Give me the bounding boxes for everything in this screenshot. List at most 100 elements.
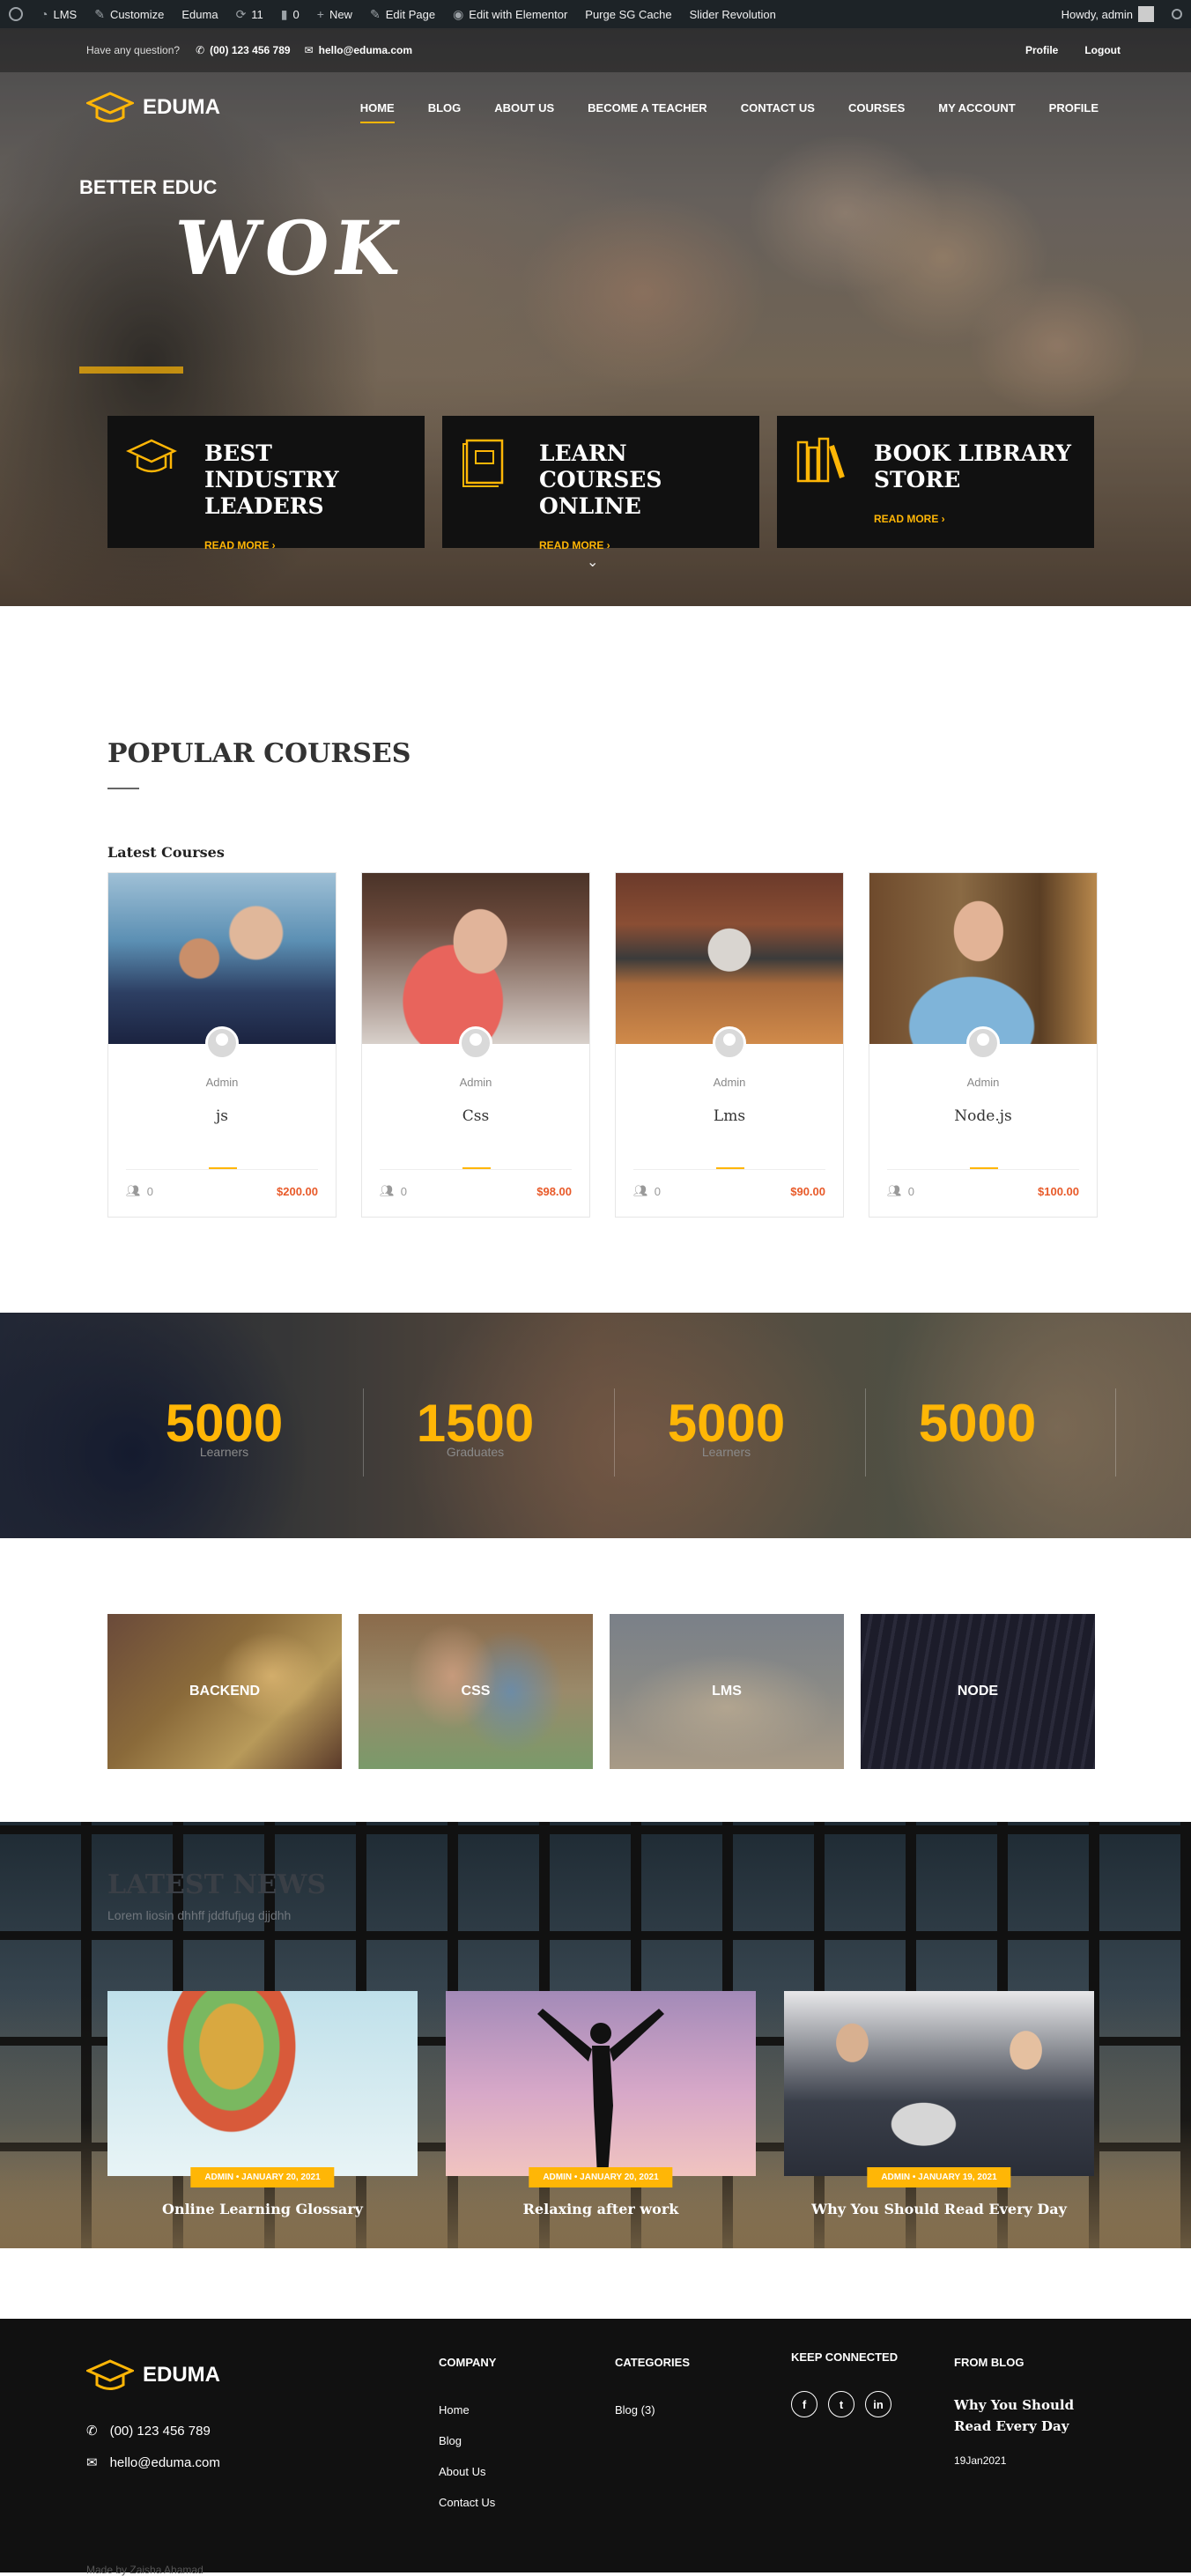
- post-title[interactable]: Why You Should Read Every Day: [784, 2201, 1094, 2217]
- footer-heading-categories: CATEGORIES: [615, 2356, 690, 2369]
- comments-link[interactable]: ▮ 0: [272, 0, 308, 28]
- menu-item-courses[interactable]: COURSES: [832, 72, 921, 143]
- post-image[interactable]: [784, 1991, 1094, 2176]
- email-link[interactable]: ✉ hello@eduma.com: [305, 44, 412, 56]
- mail-icon: ✉: [304, 44, 314, 56]
- person-silhouette: [537, 2009, 664, 2176]
- footer-link-blog-category[interactable]: Blog (3): [615, 2403, 655, 2417]
- category-label: NODE: [957, 1684, 999, 1699]
- admin-bar: ◔ LMS ✎ Customize Eduma ⟳ 11 ▮ 0 + New ✎ Edit …: [0, 0, 1191, 28]
- news-post[interactable]: ADMIN • JANUARY 20, 2021 Online Learning…: [107, 1991, 418, 2229]
- footer-link-about-us[interactable]: About Us: [439, 2465, 485, 2478]
- read-more-link[interactable]: READ MORE ›: [539, 532, 742, 559]
- feature-title: LEARN COURSES ONLINE: [539, 440, 662, 519]
- read-more-link[interactable]: READ MORE ›: [874, 506, 1076, 532]
- chevron-down-icon[interactable]: ⌄: [587, 553, 598, 571]
- course-image[interactable]: [108, 873, 336, 1044]
- purge-cache-link[interactable]: Purge SG Cache: [576, 0, 680, 28]
- course-title[interactable]: Lms: [616, 1107, 843, 1125]
- linkedin-icon[interactable]: in: [865, 2391, 891, 2417]
- course-card[interactable]: Admin Node.js 👥︎ 0 $100.00: [869, 872, 1098, 1218]
- customize-link[interactable]: ✎ Customize: [85, 0, 173, 28]
- course-title[interactable]: Node.js: [869, 1107, 1097, 1125]
- phone-text: (00) 123 456 789: [109, 2423, 211, 2439]
- students-count: 0: [907, 1184, 914, 1198]
- news-post[interactable]: ADMIN • JANUARY 19, 2021 Why You Should …: [784, 1991, 1094, 2229]
- stat-number: 5000: [667, 1394, 786, 1453]
- site-logo[interactable]: EDUMA: [86, 90, 220, 125]
- course-image[interactable]: [362, 873, 589, 1044]
- email-text: hello@eduma.com: [109, 2454, 220, 2470]
- theme-link[interactable]: Eduma: [173, 0, 226, 28]
- new-link[interactable]: + New: [308, 0, 361, 28]
- main-navigation: EDUMA HOME BLOG ABOUT US BECOME A TEACHE…: [0, 72, 1191, 143]
- footer-email[interactable]: ✉ hello@eduma.com: [86, 2454, 220, 2471]
- twitter-icon[interactable]: t: [828, 2391, 854, 2417]
- footer-phone[interactable]: ✆ (00) 123 456 789: [86, 2423, 211, 2439]
- news-post[interactable]: ADMIN • JANUARY 20, 2021 Relaxing after …: [446, 1991, 756, 2229]
- facebook-icon[interactable]: f: [791, 2391, 817, 2417]
- students-icon: 👥︎: [380, 1184, 395, 1197]
- slider-revolution-link[interactable]: Slider Revolution: [681, 0, 785, 28]
- course-price: $90.00: [790, 1184, 825, 1198]
- menu-item-become-teacher[interactable]: BECOME A TEACHER: [571, 72, 724, 143]
- feature-box-courses[interactable]: LEARN COURSES ONLINE READ MORE ›: [442, 416, 759, 551]
- pencil-icon: ✎: [369, 6, 381, 21]
- course-title[interactable]: Css: [362, 1107, 589, 1125]
- students-icon: 👥︎: [126, 1184, 141, 1197]
- updates-link[interactable]: ⟳ 11: [227, 0, 272, 28]
- phone-link[interactable]: ✆ (00) 123 456 789: [196, 44, 290, 56]
- menu-item-blog[interactable]: BLOG: [411, 72, 478, 143]
- course-image[interactable]: [616, 873, 843, 1044]
- theme-label: Eduma: [181, 7, 218, 21]
- footer-heading-company: COMPANY: [439, 2356, 497, 2369]
- avatar: [1138, 6, 1154, 22]
- section-subtitle: Lorem liosin dhhff jddfufjug djjdhh: [107, 1908, 292, 1922]
- course-card[interactable]: Admin Lms 👥︎ 0 $90.00: [615, 872, 844, 1218]
- menu-item-about-us[interactable]: ABOUT US: [477, 72, 571, 143]
- read-more-link[interactable]: READ MORE ›: [204, 532, 407, 559]
- mail-icon: ✉: [86, 2455, 98, 2470]
- category-css[interactable]: CSS: [359, 1614, 593, 1769]
- post-image[interactable]: [446, 1991, 756, 2176]
- phone-icon: ✆: [196, 44, 205, 56]
- logout-link[interactable]: Logout: [1084, 44, 1121, 56]
- edit-page-label: Edit Page: [385, 7, 436, 21]
- elementor-link[interactable]: ◉ Edit with Elementor: [444, 0, 576, 28]
- feature-box-library[interactable]: BOOK LIBRARY STORE READ MORE ›: [777, 416, 1094, 548]
- graduation-cap-icon: [126, 439, 177, 473]
- course-author: Admin: [459, 1076, 492, 1089]
- footer-link-home[interactable]: Home: [439, 2403, 470, 2417]
- menu-item-my-account[interactable]: MY ACCOUNT: [921, 72, 1032, 143]
- course-card[interactable]: Admin Css 👥︎ 0 $98.00: [361, 872, 590, 1218]
- post-title[interactable]: Online Learning Glossary: [107, 2201, 418, 2217]
- course-image[interactable]: [869, 873, 1097, 1044]
- search-icon[interactable]: [1163, 0, 1191, 28]
- feature-box-leaders[interactable]: BEST INDUSTRY LEADERS READ MORE ›: [107, 416, 425, 551]
- edit-page-link[interactable]: ✎ Edit Page: [361, 0, 444, 28]
- category-backend[interactable]: BACKEND: [107, 1614, 342, 1769]
- category-node[interactable]: NODE: [861, 1614, 1095, 1769]
- course-title[interactable]: js: [108, 1107, 336, 1125]
- phone-text: (00) 123 456 789: [210, 44, 291, 56]
- howdy-label: Howdy, admin: [1061, 7, 1133, 21]
- admin-site-link[interactable]: ◔ LMS: [32, 0, 85, 28]
- menu-item-contact-us[interactable]: CONTACT US: [724, 72, 832, 143]
- footer-link-blog[interactable]: Blog: [439, 2434, 462, 2447]
- site-footer: EDUMA ✆ (00) 123 456 789 ✉ hello@eduma.com…: [0, 2319, 1191, 2576]
- howdy-account-link[interactable]: Howdy, admin: [1053, 0, 1163, 28]
- post-meta: ADMIN • JANUARY 19, 2021: [867, 2167, 1011, 2187]
- footer-blog-post-title[interactable]: Why You Should Read Every Day: [954, 2395, 1113, 2437]
- footer-logo[interactable]: EDUMA: [86, 2358, 220, 2393]
- customize-label: Customize: [109, 7, 165, 21]
- menu-item-home[interactable]: HOME: [344, 72, 411, 143]
- wordpress-logo-icon[interactable]: [0, 0, 32, 28]
- footer-link-contact-us[interactable]: Contact Us: [439, 2496, 495, 2509]
- post-title[interactable]: Relaxing after work: [446, 2201, 756, 2217]
- category-lms[interactable]: LMS: [610, 1614, 844, 1769]
- post-image[interactable]: [107, 1991, 418, 2176]
- course-card[interactable]: Admin js 👥︎ 0 $200.00: [107, 872, 337, 1218]
- menu-item-profile[interactable]: PROFILE: [1032, 72, 1115, 143]
- profile-link[interactable]: Profile: [1025, 44, 1058, 56]
- question-text: Have any question?: [86, 44, 181, 56]
